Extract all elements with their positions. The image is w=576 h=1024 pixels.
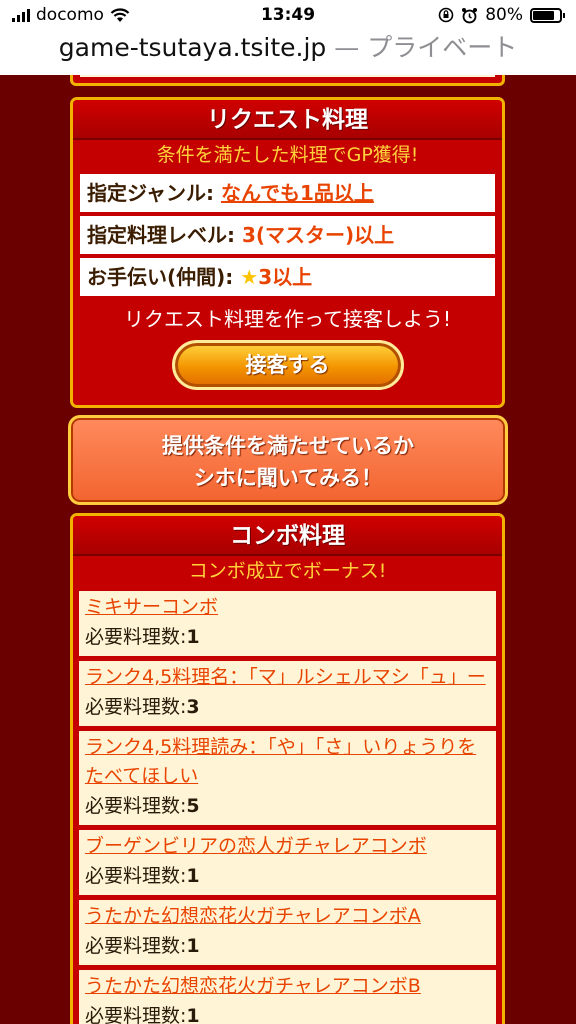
combo-item: ミキサーコンボ 必要料理数:1 — [79, 591, 496, 656]
combo-list: ミキサーコンボ 必要料理数:1 ランク4,5料理名：「マ」ルシェルマシ「ュ」ー 必要料… — [73, 591, 502, 1024]
required-count-value: 5 — [186, 795, 200, 817]
combo-panel-title: コンボ料理 — [73, 516, 502, 556]
genre-requirement-link[interactable]: なんでも1品以上 — [221, 181, 374, 205]
required-count-value: 1 — [186, 935, 200, 957]
previous-panel-bottom — [70, 75, 505, 86]
browser-top-bar: docomo 13:49 80% game-tsutaya.tsite.jp —… — [0, 0, 576, 75]
combo-item: うたかた幻想恋花火ガチャレアコンボA 必要料理数:1 — [79, 900, 496, 965]
genre-requirement-row: 指定ジャンル: なんでも1品以上 — [80, 174, 495, 212]
combo-item: ランク4,5料理読み：「や」「さ」いりょうりをたべてほしい 必要料理数:5 — [79, 731, 496, 825]
required-count-value: 1 — [186, 1005, 200, 1024]
combo-required-count: 必要料理数:1 — [85, 1001, 490, 1024]
combo-name-link[interactable]: うたかた幻想恋花火ガチャレアコンボB — [85, 972, 490, 1001]
combo-required-count: 必要料理数:1 — [85, 622, 490, 652]
status-right: 80% — [438, 5, 565, 25]
request-panel: リクエスト料理 条件を満たした料理でGP獲得! 指定ジャンル: なんでも1品以上… — [70, 97, 505, 408]
requirement-label: お手伝い(仲間): — [87, 265, 234, 289]
combo-name-link[interactable]: うたかた幻想恋花火ガチャレアコンボA — [85, 902, 490, 931]
required-count-label: 必要料理数: — [85, 935, 187, 957]
combo-item: うたかた幻想恋花火ガチャレアコンボB 必要料理数:1 — [79, 970, 496, 1024]
request-panel-title: リクエスト料理 — [73, 100, 502, 140]
requirement-label: 指定ジャンル: — [87, 181, 214, 205]
required-count-label: 必要料理数: — [85, 626, 187, 648]
combo-required-count: 必要料理数:1 — [85, 861, 490, 891]
combo-name-link[interactable]: ミキサーコンボ — [85, 593, 490, 622]
combo-required-count: 必要料理数:1 — [85, 931, 490, 961]
star-icon: ★ — [240, 265, 259, 289]
required-count-value: 1 — [186, 626, 200, 648]
ask-button-line2: シホに聞いてみる！ — [193, 466, 383, 490]
requirement-value: 3(マスター)以上 — [241, 223, 395, 247]
combo-name-link[interactable]: ブーゲンビリアの恋人ガチャレアコンボ — [85, 832, 490, 861]
requirement-label: 指定料理レベル: — [87, 223, 235, 247]
battery-percent: 80% — [485, 5, 523, 25]
combo-item: ブーゲンビリアの恋人ガチャレアコンボ 必要料理数:1 — [79, 830, 496, 895]
serve-customer-button[interactable]: 接客する — [171, 340, 404, 390]
combo-required-count: 必要料理数:3 — [85, 692, 490, 722]
page-content: リクエスト料理 条件を満たした料理でGP獲得! 指定ジャンル: なんでも1品以上… — [0, 75, 576, 1024]
request-panel-subtitle: 条件を満たした料理でGP獲得! — [156, 144, 419, 166]
rotation-lock-icon — [438, 7, 454, 23]
combo-required-count: 必要料理数:5 — [85, 791, 490, 821]
request-message: リクエスト料理を作って接客しよう! — [123, 307, 452, 331]
required-count-label: 必要料理数: — [85, 865, 187, 887]
private-label: — プライベート — [334, 33, 518, 62]
url-domain: game-tsutaya.tsite.jp — [58, 33, 327, 62]
required-count-label: 必要料理数: — [85, 696, 187, 718]
required-count-value: 1 — [186, 865, 200, 887]
url-bar[interactable]: game-tsutaya.tsite.jp — プライベート — [0, 30, 576, 70]
ask-button-line1: 提供条件を満たせているか — [162, 434, 414, 458]
combo-panel-subtitle: コンボ成立でボーナス! — [188, 560, 387, 582]
combo-panel: コンボ料理 コンボ成立でボーナス! ミキサーコンボ 必要料理数:1 ランク4,5料理… — [70, 513, 505, 1024]
required-count-value: 3 — [186, 696, 200, 718]
requirement-value: 3以上 — [258, 265, 313, 289]
required-count-label: 必要料理数: — [85, 1005, 187, 1024]
required-count-label: 必要料理数: — [85, 795, 187, 817]
alarm-icon — [462, 7, 478, 23]
combo-item: ランク4,5料理名：「マ」ルシェルマシ「ュ」ー 必要料理数:3 — [79, 661, 496, 726]
ask-shiho-button[interactable]: 提供条件を満たせているか シホに聞いてみる！ — [68, 415, 508, 505]
level-requirement-row: 指定料理レベル: 3(マスター)以上 — [80, 216, 495, 254]
battery-icon — [530, 7, 565, 23]
helper-requirement-row: お手伝い(仲間): ★3以上 — [80, 258, 495, 296]
combo-name-link[interactable]: ランク4,5料理読み：「や」「さ」いりょうりをたべてほしい — [85, 733, 490, 791]
status-bar: docomo 13:49 80% — [0, 0, 576, 30]
combo-name-link[interactable]: ランク4,5料理名：「マ」ルシェルマシ「ュ」ー — [85, 663, 490, 692]
